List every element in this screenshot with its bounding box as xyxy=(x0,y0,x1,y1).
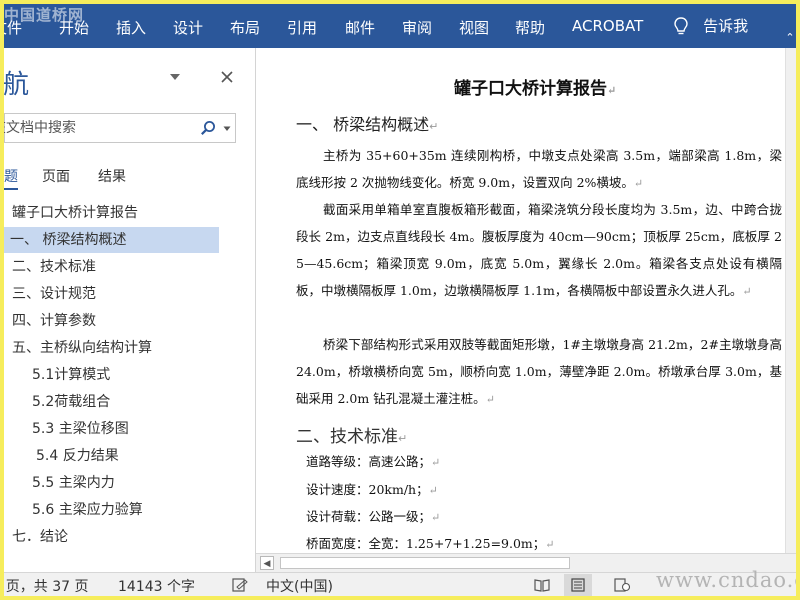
page-count[interactable]: 第 1 页，共 37 页 xyxy=(4,576,89,596)
standard-line: 设计荷载：公路一级；↵ xyxy=(306,509,441,524)
menu-insert[interactable]: 插入 xyxy=(116,17,146,38)
nav-heading-item-selected[interactable]: 一、 桥梁结构概述 xyxy=(4,227,219,253)
document-canvas[interactable]: 罐子口大桥计算报告↵ 一、 桥梁结构概述↵ 主桥为 35+60+35m 连续刚构… xyxy=(256,48,796,553)
nav-heading-item[interactable]: 5.2荷载组合 xyxy=(32,389,212,415)
nav-heading-item[interactable]: 5.3 主梁位移图 xyxy=(32,416,212,442)
menu-references[interactable]: 引用 xyxy=(287,17,317,38)
watermark-top: 中国道桥网 xyxy=(4,6,85,24)
tell-me-search[interactable]: 告诉我 xyxy=(672,15,748,36)
read-mode-icon[interactable] xyxy=(534,578,550,592)
nav-search-box[interactable] xyxy=(4,113,236,143)
proofing-icon[interactable] xyxy=(232,578,248,592)
nav-heading-item[interactable]: 5.6 主梁应力验算 xyxy=(32,497,212,523)
nav-pane-title: 导航 xyxy=(4,70,30,100)
nav-heading-item[interactable]: 5.4 反力结果 xyxy=(36,443,216,469)
document-title: 罐子口大桥计算报告↵ xyxy=(454,79,617,99)
tab-pages[interactable]: 页面 xyxy=(42,166,70,186)
horizontal-scroll-thumb[interactable] xyxy=(280,557,570,569)
tab-results[interactable]: 结果 xyxy=(98,166,126,186)
vertical-scrollbar[interactable] xyxy=(785,48,796,553)
nav-heading-item[interactable]: 三、设计规范 xyxy=(12,281,212,307)
menu-acrobat[interactable]: ACROBAT xyxy=(572,17,643,35)
nav-heading-item[interactable]: 5.1计算模式 xyxy=(32,362,212,388)
menu-layout[interactable]: 布局 xyxy=(230,17,260,38)
section-heading-overview: 一、 桥梁结构概述↵ xyxy=(296,115,439,134)
nav-heading-item[interactable]: 五、主桥纵向结构计算 xyxy=(12,335,212,361)
word-window: 文件 开始 插入 设计 布局 引用 邮件 审阅 视图 帮助 ACROBAT 告诉… xyxy=(4,4,796,596)
menu-mailings[interactable]: 邮件 xyxy=(345,17,375,38)
close-icon[interactable] xyxy=(220,70,234,84)
nav-heading-item[interactable]: 七．结论 xyxy=(12,524,212,550)
ribbon-menu-bar: 文件 开始 插入 设计 布局 引用 邮件 审阅 视图 帮助 ACROBAT 告诉… xyxy=(4,4,796,48)
lightbulb-icon xyxy=(674,16,688,34)
language-indicator[interactable]: 中文(中国) xyxy=(266,576,333,596)
menu-help[interactable]: 帮助 xyxy=(515,17,545,38)
search-input[interactable] xyxy=(4,120,172,136)
standard-line: 道路等级：高速公路；↵ xyxy=(306,454,441,469)
menu-view[interactable]: 视图 xyxy=(459,17,489,38)
nav-options-dropdown-icon[interactable] xyxy=(168,72,182,82)
paragraph-overview-1: 主桥为 35+60+35m 连续刚构桥，中墩支点处梁高 3.5m，端部梁高 1.… xyxy=(296,148,782,190)
navigation-pane: 导航 标题 页面 结果 罐子口大桥计算报告 一、 桥梁结构概述 二、技术标准 三… xyxy=(4,48,256,572)
standard-line: 桥面宽度：全宽：1.25+7+1.25=9.0m；↵ xyxy=(306,536,555,551)
nav-heading-item[interactable]: 二、技术标准 xyxy=(12,254,212,280)
menu-review[interactable]: 审阅 xyxy=(402,17,432,38)
watermark-bottom: www.cndao.com xyxy=(656,568,796,592)
section-heading-standards: 二、技术标准↵ xyxy=(296,427,408,447)
search-options-chevron-icon[interactable] xyxy=(223,126,231,132)
nav-heading-item[interactable]: 四、计算参数 xyxy=(12,308,212,334)
tell-me-label: 告诉我 xyxy=(703,17,749,35)
word-count[interactable]: 14143 个字 xyxy=(118,576,195,596)
paragraph-overview-2: 截面采用单箱单室直腹板箱形截面，箱梁浇筑分段长度均为 3.5m，边、中跨合拢段长… xyxy=(296,202,782,298)
nav-heading-item[interactable]: 罐子口大桥计算报告 xyxy=(12,200,212,226)
tab-headings[interactable]: 标题 xyxy=(4,166,18,186)
standard-line: 设计速度：20km/h；↵ xyxy=(306,482,438,497)
search-icon[interactable] xyxy=(200,120,216,136)
web-layout-icon[interactable] xyxy=(614,578,630,592)
active-tab-indicator xyxy=(4,188,18,190)
print-layout-icon[interactable] xyxy=(570,578,586,592)
ribbon-collapse-icon[interactable]: ⌃ xyxy=(784,28,796,48)
nav-heading-item[interactable]: 5.5 主梁内力 xyxy=(32,470,212,496)
scroll-left-arrow-icon[interactable]: ◀ xyxy=(260,556,274,570)
paragraph-overview-3: 桥梁下部结构形式采用双肢等截面矩形墩，1#主墩墩身高 21.2m，2#主墩墩身高… xyxy=(296,337,782,406)
menu-design[interactable]: 设计 xyxy=(173,17,203,38)
